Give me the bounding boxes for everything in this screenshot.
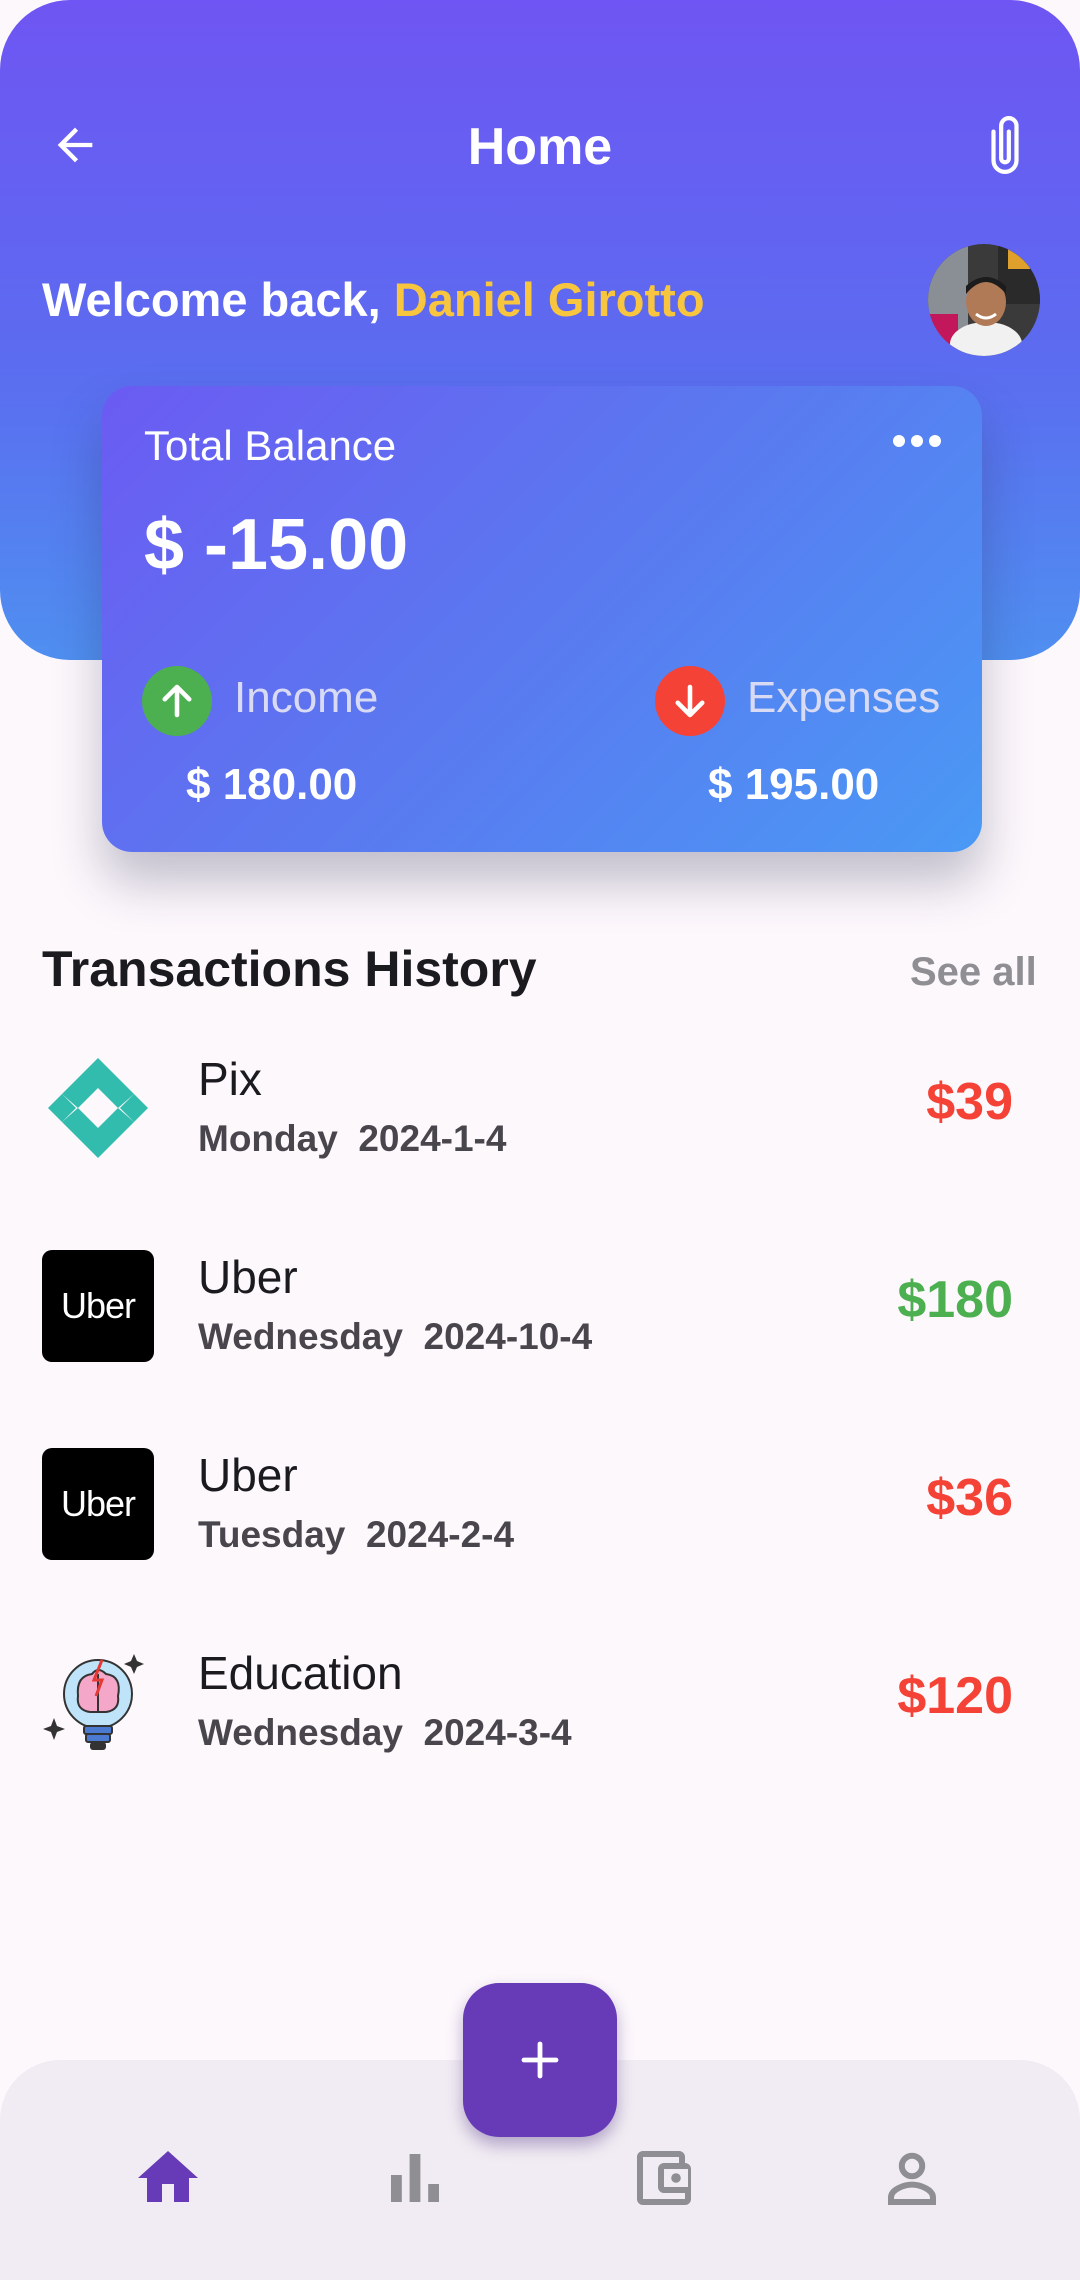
expenses-indicator: [655, 666, 725, 736]
transaction-amount: $39: [926, 1073, 1013, 1131]
expenses-value: $ 195.00: [708, 760, 880, 809]
arrow-down-icon: [675, 684, 705, 718]
uber-logo: Uber: [42, 1250, 154, 1362]
page-title: Home: [467, 118, 613, 176]
nav-profile[interactable]: [862, 2128, 962, 2228]
transaction-row[interactable]: Uber Uber Tuesday 2024-2-4 $36: [0, 1448, 1080, 1618]
see-all-link[interactable]: See all: [910, 950, 1037, 995]
attach-button[interactable]: [970, 105, 1040, 185]
more-horizontal-icon: [893, 435, 941, 447]
avatar[interactable]: [928, 244, 1040, 356]
transaction-row[interactable]: Pix Monday 2024-1-4 $39: [0, 1052, 1080, 1222]
transaction-amount: $36: [926, 1469, 1013, 1527]
transaction-name: Uber: [198, 1251, 298, 1303]
add-transaction-button[interactable]: [463, 1983, 617, 2137]
welcome-message: Welcome back, Daniel Girotto: [42, 272, 705, 327]
person-icon: [888, 2152, 936, 2205]
home-icon: [138, 2151, 198, 2202]
nav-wallet[interactable]: [614, 2128, 714, 2228]
bar-chart-icon: [391, 2154, 439, 2202]
uber-logo: Uber: [42, 1448, 154, 1560]
paperclip-icon: [991, 116, 1019, 174]
income-value: $ 180.00: [186, 760, 358, 809]
income-indicator: [142, 666, 212, 736]
arrow-up-icon: [162, 684, 192, 718]
user-name: Daniel Girotto: [393, 273, 705, 326]
transaction-date: Monday 2024-1-4: [198, 1118, 507, 1159]
transaction-name: Pix: [198, 1053, 262, 1105]
transaction-amount: $180: [897, 1271, 1013, 1329]
education-logo: [42, 1646, 154, 1758]
pix-logo: [42, 1052, 154, 1164]
nav-home[interactable]: [118, 2128, 218, 2228]
expenses-label: Expenses: [747, 673, 941, 722]
total-balance-value: $ -15.00: [144, 505, 409, 585]
transaction-name: Uber: [198, 1449, 298, 1501]
transaction-name: Education: [198, 1647, 403, 1699]
more-options-button[interactable]: [882, 416, 952, 466]
welcome-prefix: Welcome back,: [42, 273, 394, 326]
nav-statistics[interactable]: [365, 2128, 465, 2228]
transaction-row[interactable]: Education Wednesday 2024-3-4 $120: [0, 1646, 1080, 1816]
total-balance-label: Total Balance: [144, 422, 397, 469]
transaction-row[interactable]: Uber Uber Wednesday 2024-10-4 $180: [0, 1250, 1080, 1420]
transaction-date: Tuesday 2024-2-4: [198, 1514, 515, 1555]
balance-card[interactable]: Total Balance $ -15.00 Income $ 180.00 E…: [102, 386, 982, 852]
transaction-date: Wednesday 2024-3-4: [198, 1712, 572, 1753]
transaction-date: Wednesday 2024-10-4: [198, 1316, 593, 1357]
transactions-title: Transactions History: [42, 941, 537, 997]
transaction-amount: $120: [897, 1667, 1013, 1725]
plus-icon: [521, 2041, 559, 2079]
avatar-photo: [928, 244, 1040, 356]
income-label: Income: [234, 673, 379, 722]
wallet-icon: [637, 2151, 691, 2205]
